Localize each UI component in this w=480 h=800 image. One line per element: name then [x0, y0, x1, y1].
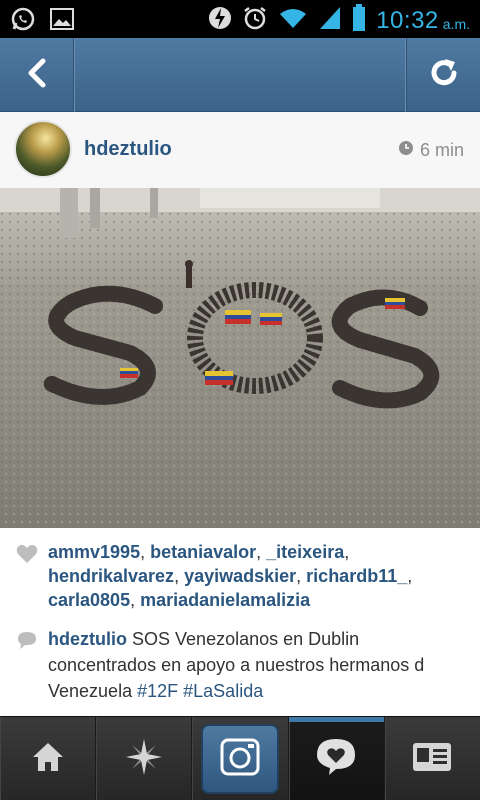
bottom-tab-bar [0, 716, 480, 800]
likes-section: ammv1995, betaniavalor, _iteixeira, hend… [16, 540, 472, 612]
alarm-icon [242, 5, 268, 36]
hashtag-link[interactable]: #12F [137, 681, 178, 701]
battery-icon [352, 4, 366, 37]
signal-icon [318, 5, 342, 36]
tab-camera[interactable] [192, 717, 289, 800]
camera-button[interactable] [201, 724, 279, 794]
refresh-button[interactable] [406, 38, 480, 112]
post-time-text: 6 min [419, 140, 464, 160]
post-photo[interactable] [0, 188, 480, 528]
tab-profile[interactable] [384, 717, 480, 800]
status-ampm: a.m. [442, 15, 470, 32]
likes-list: ammv1995, betaniavalor, _iteixeira, hend… [48, 542, 413, 610]
hashtag-link[interactable]: #LaSalida [183, 681, 263, 701]
like-user[interactable]: mariadanielamalizia [140, 590, 310, 610]
top-navbar [0, 38, 480, 112]
chevron-left-icon [25, 58, 49, 93]
tab-home[interactable] [0, 717, 97, 800]
back-button[interactable] [0, 38, 74, 112]
caption-username[interactable]: hdeztulio [48, 629, 127, 649]
caption-section: hdeztulio SOS Venezolanos en Dublin conc… [16, 626, 472, 704]
like-user[interactable]: carla0805 [48, 590, 130, 610]
flash-icon [208, 4, 232, 37]
status-time: 10:32 [376, 6, 439, 34]
avatar[interactable] [14, 120, 72, 178]
heart-icon [16, 544, 38, 569]
camera-icon [220, 738, 260, 781]
refresh-icon [427, 56, 461, 95]
like-user[interactable]: hendrikalvarez [48, 566, 174, 586]
home-icon [31, 741, 65, 778]
whatsapp-icon [10, 6, 36, 37]
heart-bubble-icon [315, 737, 357, 782]
compass-star-icon [124, 737, 164, 782]
comment-icon [16, 630, 38, 655]
post-time: 6 min [398, 140, 464, 161]
tab-explore[interactable] [96, 717, 193, 800]
tab-activity[interactable] [288, 717, 385, 800]
like-user[interactable]: ammv1995 [48, 542, 140, 562]
like-user[interactable]: betaniavalor [150, 542, 256, 562]
clock-icon [398, 140, 414, 161]
status-bar: 10:32 a.m. [0, 0, 480, 38]
wifi-icon [278, 6, 308, 35]
post-username[interactable]: hdeztulio [84, 138, 172, 161]
like-user[interactable]: yayiwadskier [184, 566, 296, 586]
profile-card-icon [412, 742, 452, 777]
like-user[interactable]: richardb11_ [306, 566, 407, 586]
post-header: hdeztulio 6 min [0, 112, 480, 188]
like-user[interactable]: _iteixeira [266, 542, 344, 562]
gallery-icon [50, 8, 74, 35]
caption-text: hdeztulio SOS Venezolanos en Dublin conc… [48, 626, 472, 704]
